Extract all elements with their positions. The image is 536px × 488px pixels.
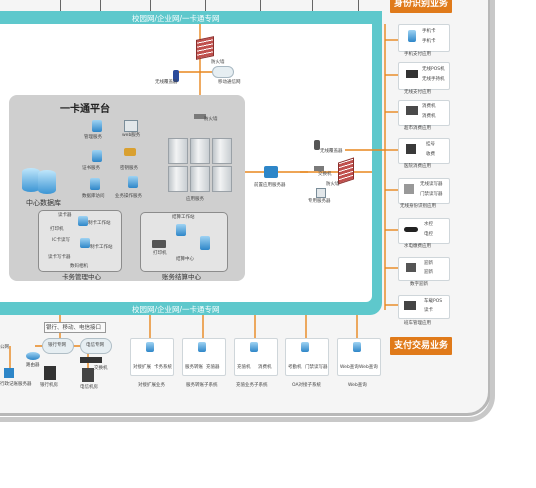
bottom-system-label-1: 服务转账子系统	[186, 383, 218, 388]
web-service	[124, 120, 138, 132]
settlement-center-title: 账务结算中心	[162, 273, 201, 281]
settlement-item-1: 结算工作站	[172, 215, 195, 220]
right-item-label-2: 超市消费应用	[404, 126, 431, 131]
wireless-ap-label: 无线覆盖器	[155, 80, 178, 85]
central-db-label: 中心数据库	[26, 199, 61, 207]
right-item-0: 手机卡 手机卡	[398, 24, 450, 52]
settlement-ws-icon	[176, 224, 186, 236]
bottom-system-3: 考勤机 门禁读写器	[285, 338, 329, 376]
fep-server-label: 前置应用服务器	[254, 183, 286, 188]
right-item-label-6: 数字迎新	[410, 282, 428, 287]
mid-server-icon	[316, 188, 326, 198]
settlement-item-3: 结算中心	[176, 257, 194, 262]
telecom-machine-icon	[82, 368, 94, 382]
key-service	[124, 148, 136, 160]
right-item-label-3: 医院消费应用	[404, 164, 431, 169]
bottom-system-label-2: 充值业务子系统	[236, 383, 268, 388]
card-center-title: 卡务管理中心	[62, 273, 101, 281]
card-workstation-icon-2	[80, 238, 90, 248]
certificate-service-label: 证书服务	[82, 166, 100, 171]
bottom-system-label-4: Web查询	[348, 383, 367, 388]
card-item-6: 制卡工作站	[90, 245, 113, 250]
settlement-server-icon	[200, 236, 210, 250]
mobile-label: 移动通信网	[218, 80, 241, 85]
mid-firewall-label: 防火墙	[326, 182, 340, 187]
right-item-1: 无线POS机 无线手持机	[398, 62, 450, 90]
right-item-2: 消费机 消费机	[398, 100, 450, 126]
router-icon	[26, 352, 40, 360]
payment-business-footer: 支付交易业务	[390, 337, 452, 355]
right-item-7: 车载POS 读卡	[398, 295, 450, 319]
right-item-3: 挂号 收费	[398, 138, 450, 164]
bottom-system-4: Web查询 Web查询	[337, 338, 381, 376]
bottom-system-0: 对接扩展 卡务系统	[130, 338, 174, 376]
business-op-label: 业务操作服务	[115, 194, 142, 199]
bank-machine-label: 银行机房	[40, 383, 58, 388]
right-item-label-0: 手机支付应用	[404, 52, 431, 57]
card-workstation-icon	[78, 216, 88, 226]
right-item-5: 水控 电控	[398, 218, 450, 244]
public-net-label: 公网	[0, 345, 9, 350]
bank-net-label: 银行专网	[48, 343, 66, 348]
right-item-label-1: 无线支付应用	[404, 90, 431, 95]
management-service	[92, 120, 102, 132]
bottom-system-2: 充值机 消费机	[234, 338, 278, 376]
mid-server-label: 专用服务器	[308, 199, 331, 204]
admin-pc-icon	[4, 368, 14, 378]
mid-ap-label: 无线覆盖器	[320, 149, 343, 154]
settlement-item-2: 打印机	[153, 251, 167, 256]
right-item-label-7: 班车管理应用	[404, 321, 431, 326]
platform-title: 一卡通平台	[60, 104, 110, 115]
app-service-label: 应用服务	[186, 197, 204, 202]
card-item-5: 制卡工作站	[88, 221, 111, 226]
telecom-machine-label: 电信机房	[80, 385, 98, 390]
right-item-6: 迎新 迎新	[398, 257, 450, 281]
router-label: 路由器	[26, 363, 40, 368]
mid-switch-label: 交换机	[318, 172, 332, 177]
fep-server-icon	[264, 166, 278, 178]
card-item-4: 读卡写卡器	[48, 255, 71, 260]
firewall-label: 防火墙	[211, 60, 225, 65]
admin-pc-label: 行政记账服务器	[0, 382, 32, 387]
certificate-service	[92, 150, 102, 162]
mobile-cloud-icon	[212, 66, 234, 78]
telecom-net-label: 电信专网	[86, 343, 104, 348]
bottom-switch-icon	[80, 357, 102, 363]
bottom-system-1: 服务转账 充值器	[182, 338, 226, 376]
firewall-icon	[196, 36, 214, 60]
identity-business-header: 身份识别业务	[390, 0, 452, 13]
right-item-4: 无线读写器 门禁读写器	[398, 178, 450, 204]
card-item-3: IC卡读写	[52, 238, 70, 243]
card-item-7: 数码相机	[70, 264, 88, 269]
right-item-label-5: 水电缴费应用	[404, 244, 431, 249]
db-access	[90, 178, 100, 190]
bank-machine-icon	[44, 366, 56, 380]
bottom-system-label-0: 对接扩展业务	[138, 383, 165, 388]
key-service-label: 密钥服务	[120, 166, 138, 171]
business-op-service	[128, 176, 138, 188]
web-service-label: web服务	[122, 133, 141, 138]
card-item-2: 打印机	[50, 227, 64, 232]
bottom-switch-label: 交换机	[94, 366, 108, 371]
card-item-1: 读卡器	[58, 213, 72, 218]
bank-interface-label: 银行、移动、电信接口	[46, 325, 102, 331]
db-access-label: 数据库访问	[82, 194, 105, 199]
management-service-label: 管理服务	[84, 135, 102, 140]
settlement-printer-icon	[152, 240, 166, 248]
right-item-label-4: 无线身份识别应用	[400, 204, 436, 209]
top-switch-label: 防火墙	[204, 117, 218, 122]
bottom-system-label-3: OA对接子系统	[292, 383, 322, 388]
